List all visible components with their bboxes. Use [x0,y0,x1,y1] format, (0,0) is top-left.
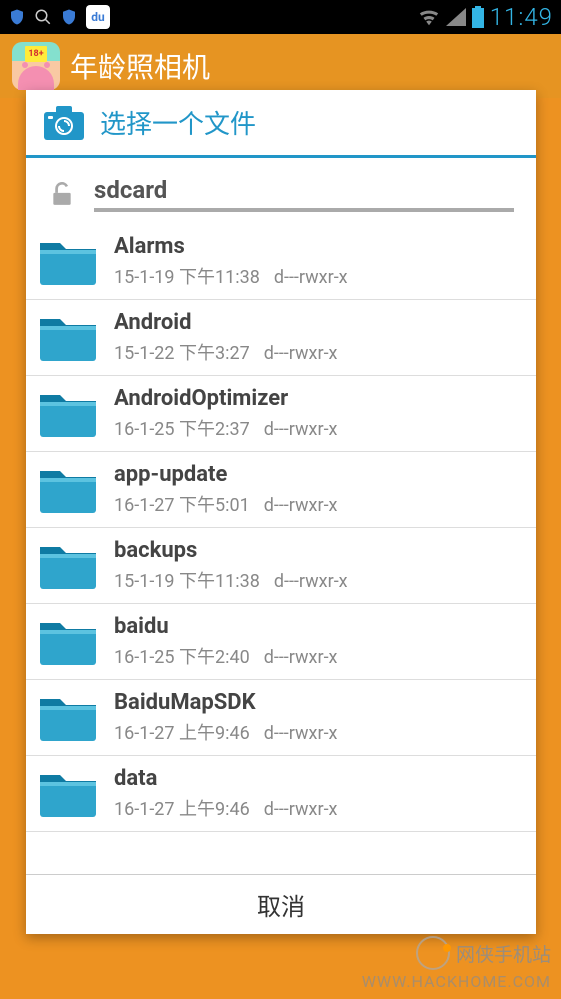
folder-icon [38,465,98,515]
file-meta: 16-1-27 上午9:46 d---rwxr-x [114,719,524,745]
file-perms: d---rwxr-x [264,495,338,516]
cancel-label: 取消 [257,887,305,922]
file-perms: d---rwxr-x [264,343,338,364]
file-name: data [114,766,524,791]
status-left: du [8,5,110,29]
file-perms: d---rwxr-x [274,267,348,288]
file-meta: 15-1-22 下午3:27 d---rwxr-x [114,339,524,365]
file-info: app-update 16-1-27 下午5:01 d---rwxr-x [114,462,524,517]
file-item[interactable]: Android 15-1-22 下午3:27 d---rwxr-x [26,300,536,376]
file-item[interactable]: data 16-1-27 上午9:46 d---rwxr-x [26,756,536,832]
file-info: AndroidOptimizer 16-1-25 下午2:37 d---rwxr-… [114,386,524,441]
status-bar: du 11:49 [0,0,561,34]
file-meta: 16-1-25 下午2:40 d---rwxr-x [114,643,524,669]
file-item[interactable]: BaiduMapSDK 16-1-27 上午9:46 d---rwxr-x [26,680,536,756]
file-time: 16-1-27 上午9:46 [114,723,250,744]
file-time: 15-1-22 下午3:27 [114,343,250,364]
status-right: 11:49 [418,3,553,31]
folder-icon [38,541,98,591]
signal-icon [446,8,466,26]
app-title: 年龄照相机 [70,46,210,86]
cancel-button[interactable]: 取消 [26,874,536,934]
file-perms: d---rwxr-x [264,647,338,668]
battery-icon [472,6,484,28]
file-name: Alarms [114,234,524,259]
location-text: sdcard [94,176,514,208]
search-icon [34,8,52,26]
wifi-icon [418,8,440,26]
shield-icon [8,6,26,28]
unlock-icon [49,181,75,207]
dialog-title: 选择一个文件 [100,104,256,141]
folder-icon [38,237,98,287]
file-name: BaiduMapSDK [114,690,524,715]
file-meta: 15-1-19 下午11:38 d---rwxr-x [114,263,524,289]
file-meta: 16-1-25 下午2:37 d---rwxr-x [114,415,524,441]
file-item[interactable]: baidu 16-1-25 下午2:40 d---rwxr-x [26,604,536,680]
dialog-header: 选择一个文件 [26,90,536,155]
file-perms: d---rwxr-x [264,723,338,744]
shield-icon [60,6,78,28]
file-perms: d---rwxr-x [264,799,338,820]
location-row[interactable]: sdcard [26,158,536,224]
file-name: baidu [114,614,524,639]
file-item[interactable]: app-update 16-1-27 下午5:01 d---rwxr-x [26,452,536,528]
file-item[interactable]: AndroidOptimizer 16-1-25 下午2:37 d---rwxr-… [26,376,536,452]
file-name: app-update [114,462,524,487]
file-list[interactable]: Alarms 15-1-19 下午11:38 d---rwxr-x Android… [26,224,536,874]
file-info: Alarms 15-1-19 下午11:38 d---rwxr-x [114,234,524,289]
folder-icon [38,769,98,819]
file-time: 15-1-19 下午11:38 [114,571,260,592]
folder-icon [38,389,98,439]
file-time: 16-1-27 上午9:46 [114,799,250,820]
file-info: Android 15-1-22 下午3:27 d---rwxr-x [114,310,524,365]
file-name: backups [114,538,524,563]
file-perms: d---rwxr-x [274,571,348,592]
file-meta: 16-1-27 上午9:46 d---rwxr-x [114,795,524,821]
file-info: backups 15-1-19 下午11:38 d---rwxr-x [114,538,524,593]
file-info: baidu 16-1-25 下午2:40 d---rwxr-x [114,614,524,669]
file-time: 16-1-27 下午5:01 [114,495,250,516]
file-name: Android [114,310,524,335]
app-icon: 18+ [12,42,60,90]
file-item[interactable]: backups 15-1-19 下午11:38 d---rwxr-x [26,528,536,604]
file-time: 16-1-25 下午2:37 [114,419,250,440]
clock-text: 11:49 [490,3,553,31]
file-time: 16-1-25 下午2:40 [114,647,250,668]
file-perms: d---rwxr-x [264,419,338,440]
folder-icon [38,693,98,743]
file-name: AndroidOptimizer [114,386,524,411]
file-picker-dialog: 选择一个文件 sdcard Alarms 15-1-19 下午11:38 d---… [26,90,536,934]
camera-icon [44,106,84,140]
file-item[interactable]: Alarms 15-1-19 下午11:38 d---rwxr-x [26,224,536,300]
file-info: BaiduMapSDK 16-1-27 上午9:46 d---rwxr-x [114,690,524,745]
folder-icon [38,313,98,363]
age-badge: 18+ [25,46,47,62]
baidu-badge-icon: du [86,5,110,29]
file-info: data 16-1-27 上午9:46 d---rwxr-x [114,766,524,821]
file-meta: 16-1-27 下午5:01 d---rwxr-x [114,491,524,517]
file-meta: 15-1-19 下午11:38 d---rwxr-x [114,567,524,593]
app-header: 18+ 年龄照相机 [0,34,561,98]
folder-icon [38,617,98,667]
file-time: 15-1-19 下午11:38 [114,267,260,288]
location-underline [94,208,514,212]
